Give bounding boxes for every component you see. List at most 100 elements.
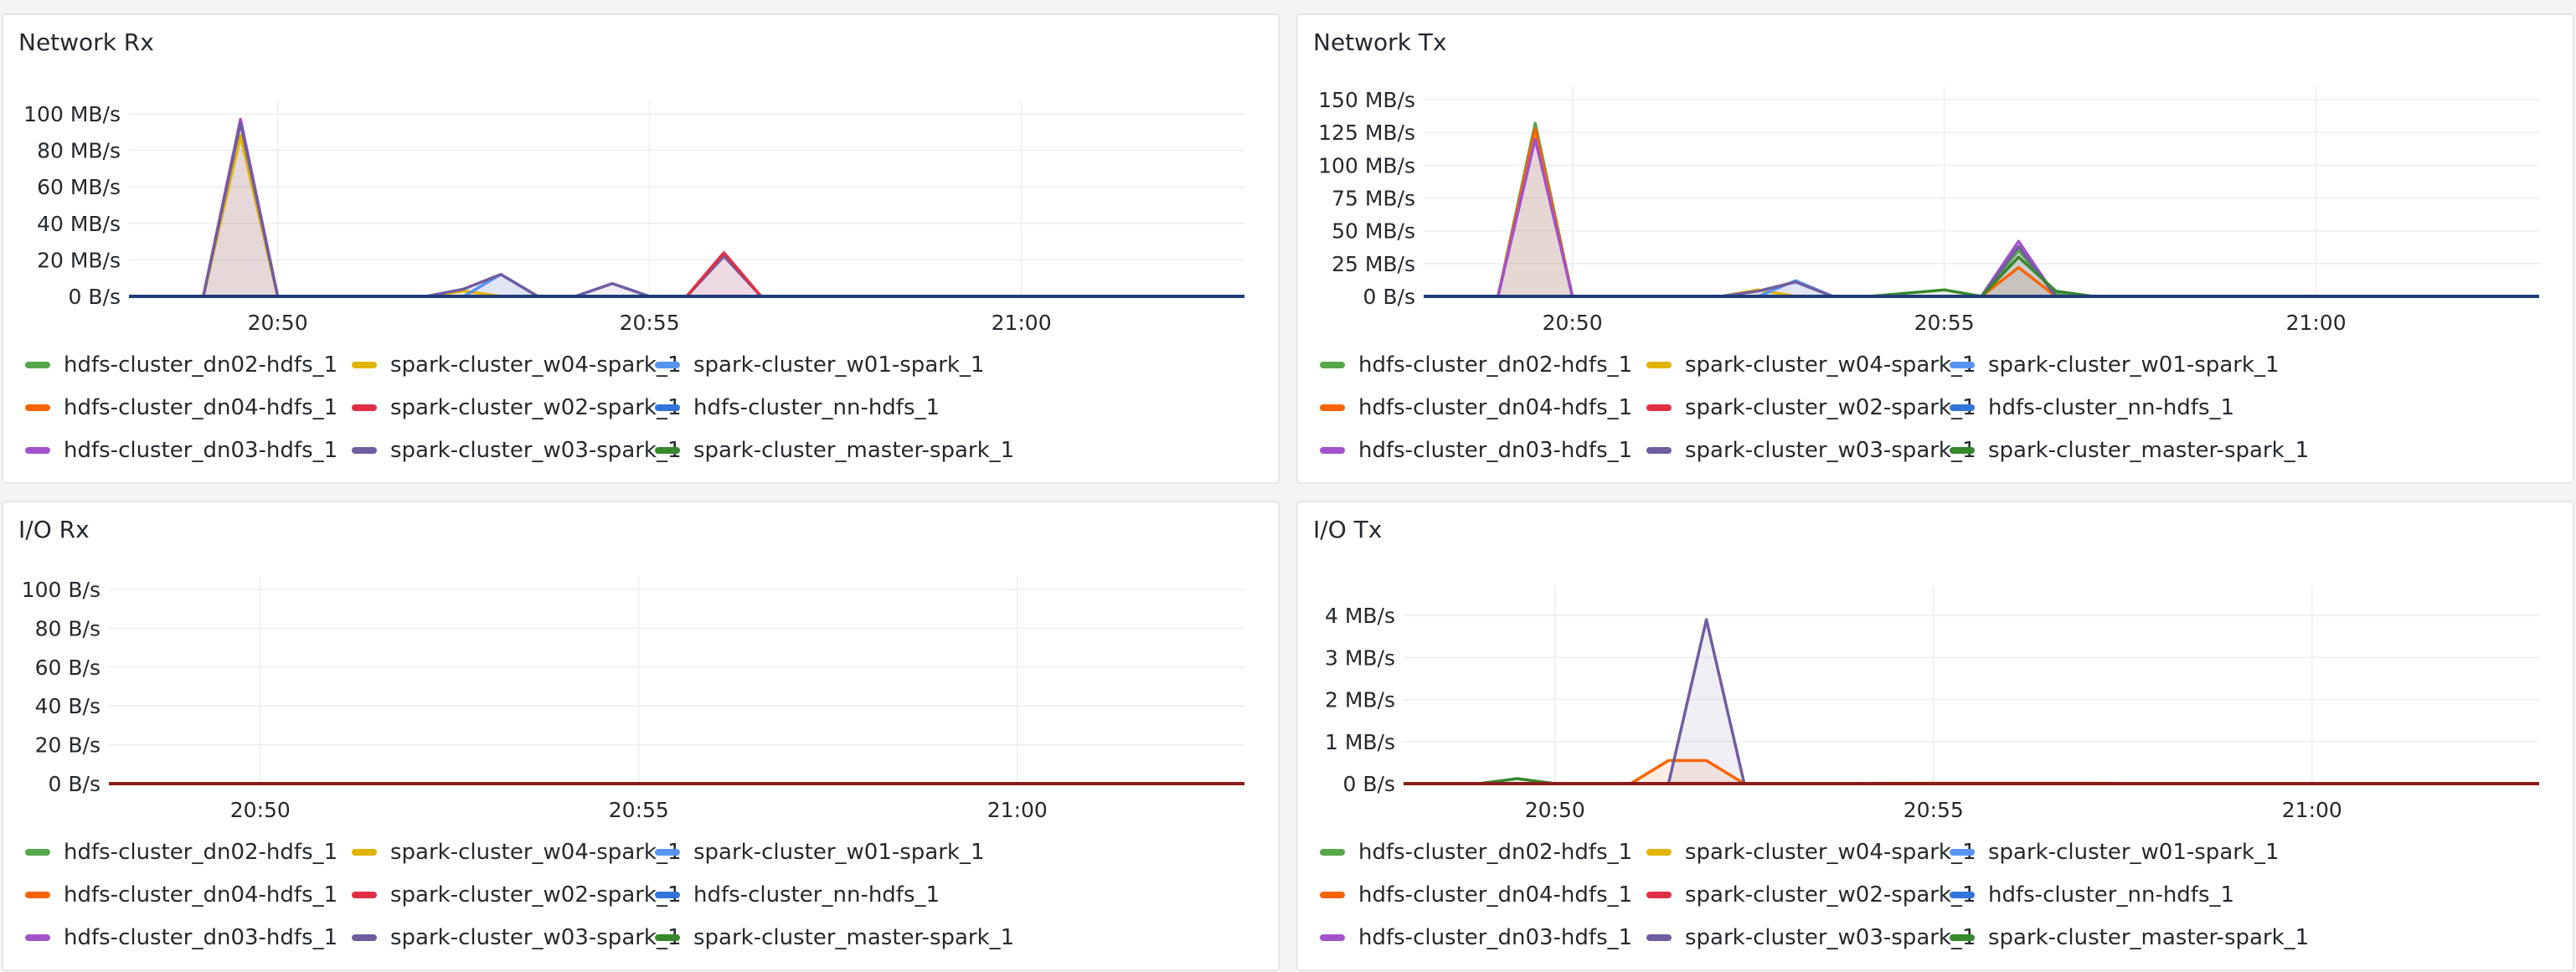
y-tick-label: 25 MB/s (1332, 252, 1415, 276)
legend-label: hdfs-cluster_nn-hdfs_1 (693, 394, 940, 420)
series-area-spark-cluster-w02-spark-1 (129, 252, 1244, 296)
series-area-spark-cluster-w03-spark-1 (129, 122, 1244, 296)
series-area-hdfs-cluster-dn02-hdfs-1 (1424, 123, 2539, 296)
legend-swatch (25, 891, 50, 898)
y-tick-label: 0 B/s (1363, 285, 1415, 309)
y-tick-label: 2 MB/s (1325, 688, 1395, 712)
legend-item[interactable]: spark-cluster_master-spark_1 (655, 916, 1014, 959)
legend-label: hdfs-cluster_dn04-hdfs_1 (1358, 394, 1633, 420)
series-line-hdfs-cluster-dn02-hdfs-1 (1424, 121, 2539, 298)
legend-label: hdfs-cluster_dn03-hdfs_1 (1358, 924, 1633, 950)
legend-label: hdfs-cluster_dn02-hdfs_1 (1358, 352, 1633, 378)
x-tick-label: 21:00 (2282, 798, 2342, 822)
series-line-spark-cluster-w01-spark-1 (129, 273, 1244, 298)
legend-item[interactable]: spark-cluster_w02-spark_1 (1646, 386, 1976, 429)
y-tick-label: 80 MB/s (37, 139, 121, 163)
legend-label: spark-cluster_w04-spark_1 (1685, 352, 1976, 378)
legend-swatch (1646, 891, 1672, 898)
legend-label: hdfs-cluster_dn04-hdfs_1 (64, 882, 338, 908)
legend-label: hdfs-cluster_dn03-hdfs_1 (1358, 437, 1633, 463)
series-line-hdfs-cluster-dn04-hdfs-1 (1404, 759, 2539, 785)
legend-swatch (655, 404, 680, 411)
series-area-hdfs-cluster-dn03-hdfs-1 (1424, 139, 2539, 296)
y-tick-label: 60 MB/s (37, 175, 121, 199)
legend-swatch (1320, 848, 1345, 856)
legend: hdfs-cluster_dn02-hdfs_1 spark-cluster_w0… (1320, 343, 2309, 471)
legend-label: spark-cluster_w04-spark_1 (1685, 839, 1976, 865)
legend-item[interactable]: spark-cluster_w04-spark_1 (352, 343, 682, 386)
legend-swatch (1646, 404, 1672, 411)
y-tick-label: 0 B/s (1343, 772, 1395, 796)
legend-label: spark-cluster_w01-spark_1 (1988, 352, 2280, 378)
legend-item[interactable]: spark-cluster_master-spark_1 (1950, 429, 2309, 471)
series-area-spark-cluster-w03-spark-1 (1424, 246, 2539, 296)
legend-item[interactable]: spark-cluster_w01-spark_1 (1950, 343, 2285, 386)
series-line-spark-cluster-master-spark-1 (1424, 255, 2539, 298)
y-tick-label: 0 B/s (69, 285, 121, 309)
panel-io-rx: I/O Rx 0 B/s 20 B/s 40 B/s 60 B/s 80 B/s 100 … (2, 501, 1280, 971)
legend-item[interactable]: spark-cluster_master-spark_1 (1950, 916, 2309, 959)
legend-label: spark-cluster_w01-spark_1 (693, 352, 985, 378)
legend-item[interactable]: hdfs-cluster_nn-hdfs_1 (655, 386, 990, 429)
series-line-spark-cluster-w03-spark-1 (129, 121, 1244, 298)
legend-swatch (1950, 361, 1975, 368)
y-tick-label: 60 B/s (35, 656, 100, 680)
x-tick-label: 21:00 (992, 311, 1052, 335)
legend-item[interactable]: spark-cluster_w04-spark_1 (1646, 343, 1976, 386)
legend-swatch (655, 848, 680, 856)
legend-item[interactable]: spark-cluster_w03-spark_1 (352, 429, 682, 471)
series-line-hdfs-cluster-dn03-hdfs-1 (129, 117, 1244, 298)
legend: hdfs-cluster_dn02-hdfs_1 spark-cluster_w0… (1320, 831, 2309, 959)
legend-label: hdfs-cluster_dn02-hdfs_1 (1358, 839, 1633, 865)
legend-swatch (655, 361, 680, 368)
legend-item[interactable]: hdfs-cluster_dn03-hdfs_1 (25, 916, 352, 959)
legend-item[interactable]: hdfs-cluster_dn04-hdfs_1 (25, 873, 352, 916)
x-tick-label: 20:55 (1904, 798, 1964, 822)
y-tick-label: 150 MB/s (1318, 88, 1415, 112)
legend-label: spark-cluster_master-spark_1 (693, 437, 1015, 463)
series-area-hdfs-cluster-dn04-hdfs-1 (1404, 760, 2539, 784)
legend-item[interactable]: spark-cluster_w03-spark_1 (352, 916, 682, 959)
legend-item[interactable]: spark-cluster_master-spark_1 (655, 429, 1014, 471)
legend-item[interactable]: spark-cluster_w01-spark_1 (655, 831, 990, 873)
legend-item[interactable]: hdfs-cluster_dn04-hdfs_1 (1320, 386, 1646, 429)
legend-label: spark-cluster_w03-spark_1 (1685, 437, 1976, 463)
legend-label: hdfs-cluster_dn03-hdfs_1 (64, 924, 338, 950)
legend-item[interactable]: spark-cluster_w01-spark_1 (1950, 831, 2285, 873)
y-tick-label: 4 MB/s (1325, 604, 1395, 628)
series-line-spark-cluster-w03-spark-1 (1404, 618, 2539, 785)
y-tick-label: 40 B/s (35, 694, 100, 718)
series-line-hdfs-cluster-dn04-hdfs-1 (1424, 126, 2539, 298)
legend-item[interactable]: hdfs-cluster_dn04-hdfs_1 (25, 386, 352, 429)
legend-item[interactable]: hdfs-cluster_dn02-hdfs_1 (25, 343, 352, 386)
legend-item[interactable]: hdfs-cluster_dn03-hdfs_1 (25, 429, 352, 471)
legend-swatch (655, 446, 680, 454)
legend-item[interactable]: spark-cluster_w02-spark_1 (1646, 873, 1976, 916)
panel-network-rx: Network Rx 0 B/s 20 MB/s 40 MB/s 60 MB/s 80 … (2, 13, 1280, 484)
legend-item[interactable]: spark-cluster_w04-spark_1 (1646, 831, 1976, 873)
legend-swatch (352, 404, 377, 411)
x-tick-label: 20:50 (248, 311, 308, 335)
legend-item[interactable]: spark-cluster_w03-spark_1 (1646, 916, 1976, 959)
legend-item[interactable]: hdfs-cluster_nn-hdfs_1 (1950, 386, 2285, 429)
legend-item[interactable]: hdfs-cluster_dn02-hdfs_1 (25, 831, 352, 873)
legend-swatch (1320, 933, 1345, 941)
legend-swatch (352, 361, 377, 368)
legend-item[interactable]: hdfs-cluster_dn04-hdfs_1 (1320, 873, 1646, 916)
legend-item[interactable]: spark-cluster_w01-spark_1 (655, 343, 990, 386)
legend-item[interactable]: hdfs-cluster_nn-hdfs_1 (655, 873, 990, 916)
legend-label: spark-cluster_w03-spark_1 (1685, 924, 1976, 950)
legend-item[interactable]: hdfs-cluster_dn03-hdfs_1 (1320, 429, 1646, 471)
legend-item[interactable]: spark-cluster_w03-spark_1 (1646, 429, 1976, 471)
series-area-hdfs-cluster-dn04-hdfs-1 (1424, 128, 2539, 296)
legend-label: hdfs-cluster_dn02-hdfs_1 (64, 352, 338, 378)
legend-item[interactable]: hdfs-cluster_dn02-hdfs_1 (1320, 831, 1646, 873)
legend-item[interactable]: spark-cluster_w02-spark_1 (352, 873, 682, 916)
legend-label: spark-cluster_w01-spark_1 (693, 839, 985, 865)
legend-item[interactable]: hdfs-cluster_dn02-hdfs_1 (1320, 343, 1646, 386)
legend-item[interactable]: hdfs-cluster_dn03-hdfs_1 (1320, 916, 1646, 959)
legend-item[interactable]: spark-cluster_w04-spark_1 (352, 831, 682, 873)
legend-item[interactable]: hdfs-cluster_nn-hdfs_1 (1950, 873, 2285, 916)
legend-item[interactable]: spark-cluster_w02-spark_1 (352, 386, 682, 429)
series-line-spark-cluster-w02-spark-1 (129, 250, 1244, 298)
